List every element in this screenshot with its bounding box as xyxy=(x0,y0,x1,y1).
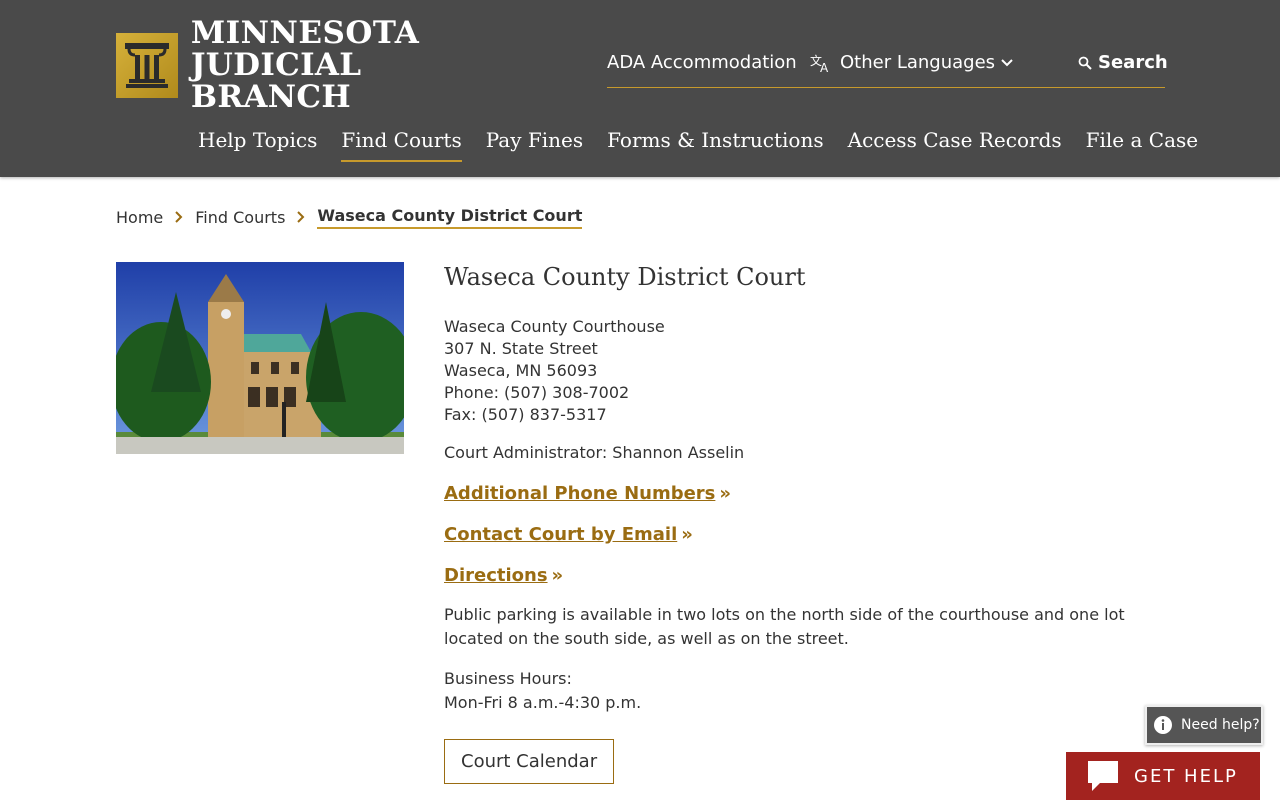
info-icon xyxy=(1153,715,1173,735)
address-street: 307 N. State Street xyxy=(444,339,598,358)
raquo-icon: » xyxy=(719,483,732,504)
chevron-right-icon xyxy=(297,211,305,223)
site-logo[interactable]: MINNESOTA JUDICIAL BRANCH xyxy=(116,17,516,113)
court-calendar-button[interactable]: Court Calendar xyxy=(444,739,615,784)
other-languages-label: Other Languages xyxy=(840,52,996,73)
logo-wordmark: MINNESOTA JUDICIAL BRANCH xyxy=(191,17,516,113)
business-hours-value: Mon-Fri 8 a.m.-4:30 p.m. xyxy=(444,693,642,712)
nav-forms-instructions[interactable]: Forms & Instructions xyxy=(607,126,823,162)
contact-court-email-link[interactable]: Contact Court by Email» xyxy=(444,523,1164,546)
get-help-button[interactable]: GET HELP xyxy=(1066,752,1260,800)
additional-phone-numbers-link[interactable]: Additional Phone Numbers» xyxy=(444,482,1164,505)
breadcrumb-home[interactable]: Home xyxy=(116,208,163,227)
translate-icon: 文 A xyxy=(810,53,832,73)
address-phone: Phone: (507) 308-7002 xyxy=(444,383,630,402)
nav-pay-fines[interactable]: Pay Fines xyxy=(486,126,583,162)
raquo-icon: » xyxy=(681,524,693,545)
other-languages-dropdown[interactable]: 文 A Other Languages xyxy=(810,52,1013,73)
ada-accommodation-link[interactable]: ADA Accommodation xyxy=(607,52,797,73)
breadcrumb: Home Find Courts Waseca County District … xyxy=(116,204,583,230)
main-nav: Help Topics Find Courts Pay Fines Forms … xyxy=(198,126,1222,162)
court-details: Waseca County District Court Waseca Coun… xyxy=(444,262,1164,784)
pillar-logo-icon xyxy=(116,32,178,98)
search-icon xyxy=(1078,56,1092,70)
address-city: Waseca, MN 56093 xyxy=(444,361,598,380)
need-help-label: Need help? xyxy=(1181,717,1260,733)
get-help-label: GET HELP xyxy=(1134,765,1238,787)
directions-label: Directions xyxy=(444,565,548,586)
chevron-right-icon xyxy=(175,211,183,223)
breadcrumb-current: Waseca County District Court xyxy=(317,206,583,229)
nav-find-courts[interactable]: Find Courts xyxy=(341,126,462,162)
courthouse-photo xyxy=(116,262,404,454)
search-label: Search xyxy=(1098,52,1168,73)
nav-file-a-case[interactable]: File a Case xyxy=(1086,126,1198,162)
additional-phone-numbers-label: Additional Phone Numbers xyxy=(444,483,716,504)
svg-text:A: A xyxy=(820,61,829,73)
need-help-button[interactable]: Need help? xyxy=(1145,705,1263,745)
site-header: MINNESOTA JUDICIAL BRANCH ADA Accommodat… xyxy=(0,0,1280,177)
breadcrumb-find-courts[interactable]: Find Courts xyxy=(195,208,285,227)
directions-link[interactable]: Directions» xyxy=(444,564,1164,587)
page-title: Waseca County District Court xyxy=(444,263,806,291)
raquo-icon: » xyxy=(551,565,564,586)
business-hours-label: Business Hours: xyxy=(444,669,572,688)
contact-court-email-label: Contact Court by Email xyxy=(444,524,678,545)
utility-nav: ADA Accommodation 文 A Other Languages Se… xyxy=(607,48,1168,88)
search-button[interactable]: Search xyxy=(1078,52,1168,73)
chat-bubble-icon xyxy=(1086,759,1120,793)
nav-access-case-records[interactable]: Access Case Records xyxy=(848,126,1062,162)
parking-info: Public parking is available in two lots … xyxy=(444,605,1125,648)
court-address: Waseca County Courthouse 307 N. State St… xyxy=(444,316,1164,426)
address-building: Waseca County Courthouse xyxy=(444,317,665,336)
business-hours: Business Hours: Mon-Fri 8 a.m.-4:30 p.m. xyxy=(444,667,1164,715)
logo-line-2: JUDICIAL BRANCH xyxy=(190,47,362,115)
nav-help-topics[interactable]: Help Topics xyxy=(198,126,317,162)
court-administrator: Court Administrator: Shannon Asselin xyxy=(444,443,745,462)
chevron-down-icon xyxy=(1001,58,1013,67)
logo-line-1: MINNESOTA xyxy=(190,15,420,51)
address-fax: Fax: (507) 837-5317 xyxy=(444,405,607,424)
